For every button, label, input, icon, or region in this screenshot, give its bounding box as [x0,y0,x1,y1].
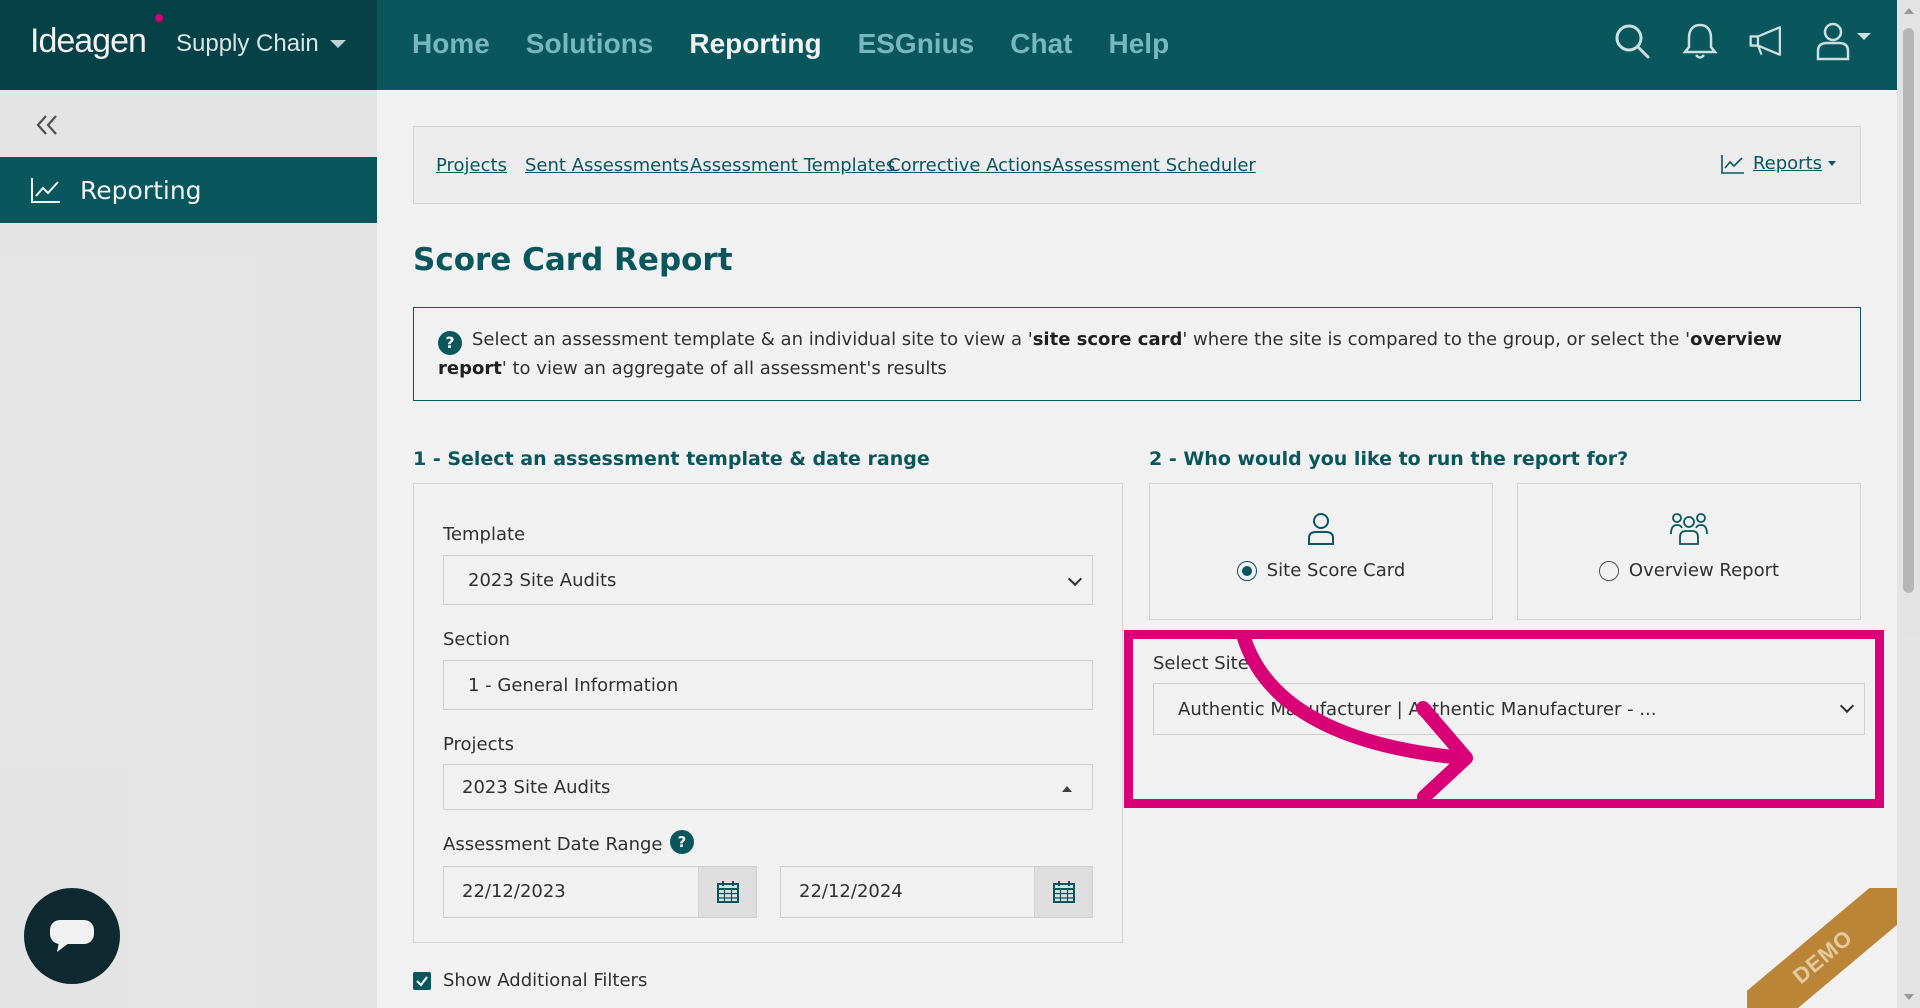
site-score-card-radio[interactable] [1236,560,1257,581]
overview-report-radio[interactable] [1598,560,1619,581]
chart-line-icon [30,176,62,204]
brand-area[interactable]: Ideagen Supply Chain [0,0,377,90]
scroll-up-icon[interactable] [1904,8,1914,14]
nav-chat[interactable]: Chat [1010,28,1072,60]
calendar-icon[interactable] [1034,867,1092,917]
filters-label: Show Additional Filters [443,970,648,991]
chart-line-icon [1721,154,1745,174]
date-to-value: 22/12/2024 [799,881,903,902]
chat-bubble-button[interactable] [24,888,120,984]
annotation-arrow-icon [1237,631,1473,804]
help-icon[interactable]: ? [670,830,694,854]
date-range-label: Assessment Date Range [443,834,663,855]
tab-assessment-templates[interactable]: Assessment Templates [690,155,895,176]
info-text-2: ' where the site is compared to the grou… [1182,329,1691,350]
demo-ribbon: DEMO [1747,888,1897,1008]
top-actions [1611,20,1875,62]
page-title: Score Card Report [413,242,733,278]
template-select[interactable]: 2023 Site Audits [443,555,1093,605]
sidebar-item-label: Reporting [80,175,202,205]
scroll-down-icon[interactable] [1904,994,1914,1000]
section-value: 1 - General Information [468,674,679,696]
info-box: ? Select an assessment template & an indi… [413,307,1861,401]
search-icon[interactable] [1611,20,1653,62]
site-score-card-label: Site Score Card [1266,560,1406,581]
reports-label: Reports [1752,153,1822,174]
group-icon [1518,512,1860,546]
template-panel: Template 2023 Site Audits Section 1 - Ge… [413,483,1123,943]
nav-help[interactable]: Help [1109,28,1170,60]
tab-projects[interactable]: Projects [436,155,507,176]
ideagen-logo: Ideagen [30,14,163,61]
megaphone-icon[interactable] [1747,20,1789,62]
product-switcher-caret-icon[interactable] [330,40,346,48]
demo-label: DEMO [1747,888,1897,1008]
tab-assessment-scheduler[interactable]: Assessment Scheduler [1052,155,1256,176]
template-value: 2023 Site Audits [468,569,617,591]
nav-solutions[interactable]: Solutions [526,28,654,60]
projects-select[interactable]: 2023 Site Audits [443,764,1093,810]
reporting-subnav: Projects Sent Assessments Assessment Tem… [413,126,1861,204]
nav-reporting[interactable]: Reporting [689,28,821,60]
info-bold-1: site score card [1032,329,1183,350]
tab-corrective-actions[interactable]: Corrective Actions [888,155,1052,176]
info-text-3: ' to view an aggregate of all assessment… [501,358,947,379]
step1-heading: 1 - Select an assessment template & date… [413,448,930,470]
question-icon: ? [438,331,462,355]
caret-down-icon [1828,161,1836,166]
nav-home[interactable]: Home [412,28,490,60]
top-navigation-bar: Ideagen Supply Chain Home Solutions Repo… [0,0,1920,90]
template-label: Template [443,524,526,545]
date-from-field[interactable]: 22/12/2023 [443,866,757,918]
projects-label: Projects [443,734,514,755]
section-select[interactable]: 1 - General Information [443,660,1093,710]
sidebar-item-reporting[interactable]: Reporting [0,157,377,223]
step2-heading: 2 - Who would you like to run the report… [1149,448,1629,470]
overview-report-option[interactable]: Overview Report [1517,483,1861,620]
calendar-icon[interactable] [698,867,756,917]
scroll-thumb[interactable] [1903,28,1914,593]
site-score-card-option[interactable]: Site Score Card [1149,483,1493,620]
chevron-down-icon [1839,698,1855,714]
main-content: Projects Sent Assessments Assessment Tem… [377,90,1897,1008]
main-nav: Home Solutions Reporting ESGnius Chat He… [412,28,1169,60]
chevron-down-icon [1067,571,1083,587]
page-scrollbar[interactable] [1897,0,1920,1008]
show-additional-filters[interactable]: Show Additional Filters [413,970,647,991]
info-text-1: Select an assessment template & an indiv… [472,329,1033,350]
user-menu-icon[interactable] [1815,20,1875,62]
date-from-value: 22/12/2023 [462,881,566,902]
caret-up-icon [1062,786,1072,792]
bell-icon[interactable] [1679,20,1721,62]
sidebar: Reporting [0,90,377,1008]
date-to-field[interactable]: 22/12/2024 [780,866,1093,918]
product-name: Supply Chain [176,30,319,57]
person-icon [1150,512,1492,546]
tab-sent-assessments[interactable]: Sent Assessments [525,155,689,176]
overview-report-label: Overview Report [1628,560,1780,581]
collapse-sidebar-icon[interactable] [32,110,62,140]
filters-checkbox[interactable] [413,971,431,990]
reports-dropdown[interactable]: Reports [1721,153,1836,174]
projects-value: 2023 Site Audits [462,776,611,798]
nav-esgnius[interactable]: ESGnius [858,28,975,60]
section-label: Section [443,629,510,650]
